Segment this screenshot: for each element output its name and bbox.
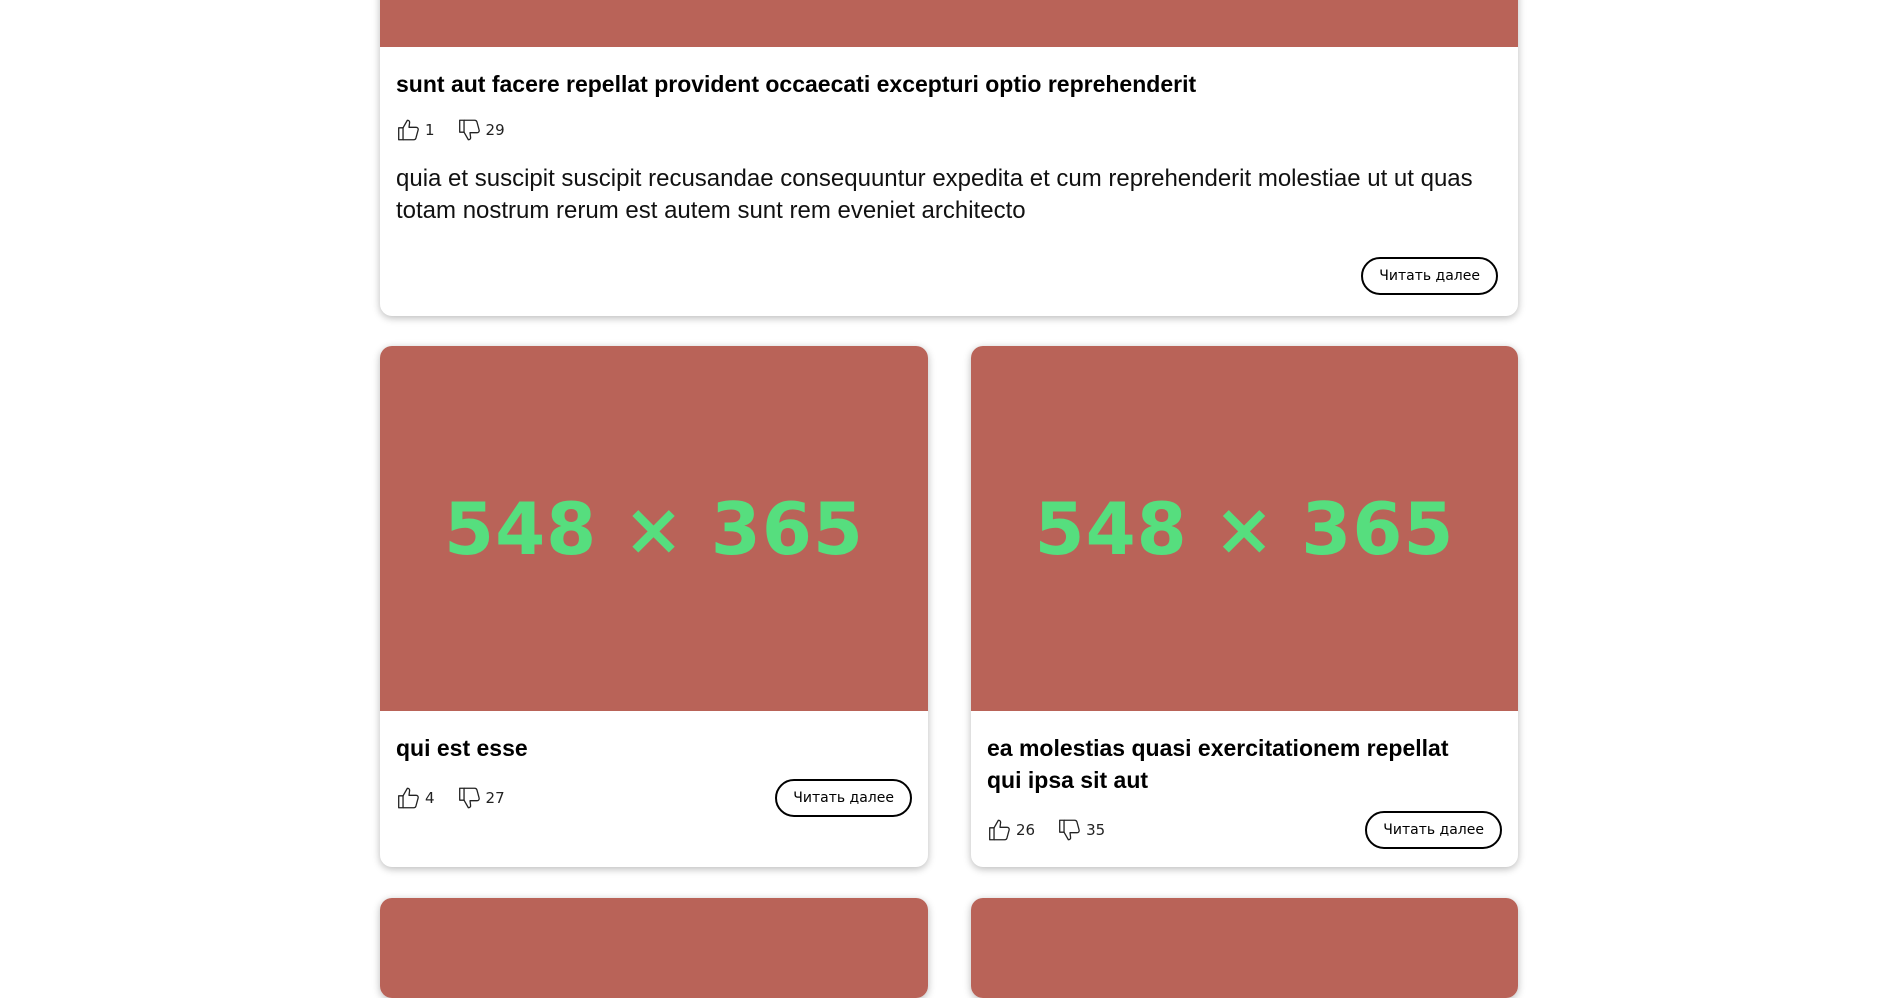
thumbs-down-icon xyxy=(458,787,480,809)
cover-placeholder-text: 548 × 365 xyxy=(1034,486,1455,571)
like-button[interactable]: 1 xyxy=(396,117,435,143)
dislike-button[interactable]: 35 xyxy=(1057,817,1105,843)
thumbs-up-icon xyxy=(989,819,1010,841)
post-reactions: 26 35 xyxy=(987,817,1127,843)
dislike-count: 27 xyxy=(485,789,505,807)
cover-placeholder-text: 548 × 365 xyxy=(443,486,865,571)
post-body: quia et suscipit suscipit recusandae con… xyxy=(396,165,1473,224)
dislike-button[interactable]: 29 xyxy=(457,117,505,143)
read-more-button[interactable]: Читать далее xyxy=(1361,257,1498,295)
post-cover-image: 548 × 365 xyxy=(380,346,928,711)
post-cover-image xyxy=(380,898,928,998)
thumbs-up-icon xyxy=(398,787,419,809)
post-cover-image: 548 × 365 xyxy=(971,346,1518,711)
thumbs-down-icon xyxy=(458,119,480,141)
post-card-3: 548 × 365 ea molestias quasi exercitatio… xyxy=(971,346,1518,867)
post-title: ea molestias quasi exercitationem repell… xyxy=(987,735,1449,793)
post-card-1: sunt aut facere repellat provident occae… xyxy=(380,0,1518,316)
like-button[interactable]: 4 xyxy=(396,785,435,811)
read-more-button[interactable]: Читать далее xyxy=(775,779,912,817)
post-cover-image xyxy=(971,898,1518,998)
post-card-4 xyxy=(380,898,928,998)
like-count: 26 xyxy=(1016,821,1036,839)
dislike-button[interactable]: 27 xyxy=(457,785,505,811)
dislike-count: 29 xyxy=(485,121,505,139)
read-more-button[interactable]: Читать далее xyxy=(1365,811,1502,849)
post-reactions: 1 29 xyxy=(396,117,527,143)
like-button[interactable]: 26 xyxy=(987,817,1035,843)
post-card-5 xyxy=(971,898,1518,998)
like-count: 4 xyxy=(425,789,435,807)
post-cover-image xyxy=(380,0,1518,47)
post-title: sunt aut facere repellat provident occae… xyxy=(396,71,1197,97)
dislike-count: 35 xyxy=(1086,821,1106,839)
like-count: 1 xyxy=(425,121,435,139)
thumbs-down-icon xyxy=(1059,819,1080,841)
post-card-2: 548 × 365 qui est esse 4 27 Читать далее xyxy=(380,346,928,867)
post-reactions: 4 27 xyxy=(396,785,527,811)
post-title: qui est esse xyxy=(396,735,528,761)
thumbs-up-icon xyxy=(398,119,419,141)
